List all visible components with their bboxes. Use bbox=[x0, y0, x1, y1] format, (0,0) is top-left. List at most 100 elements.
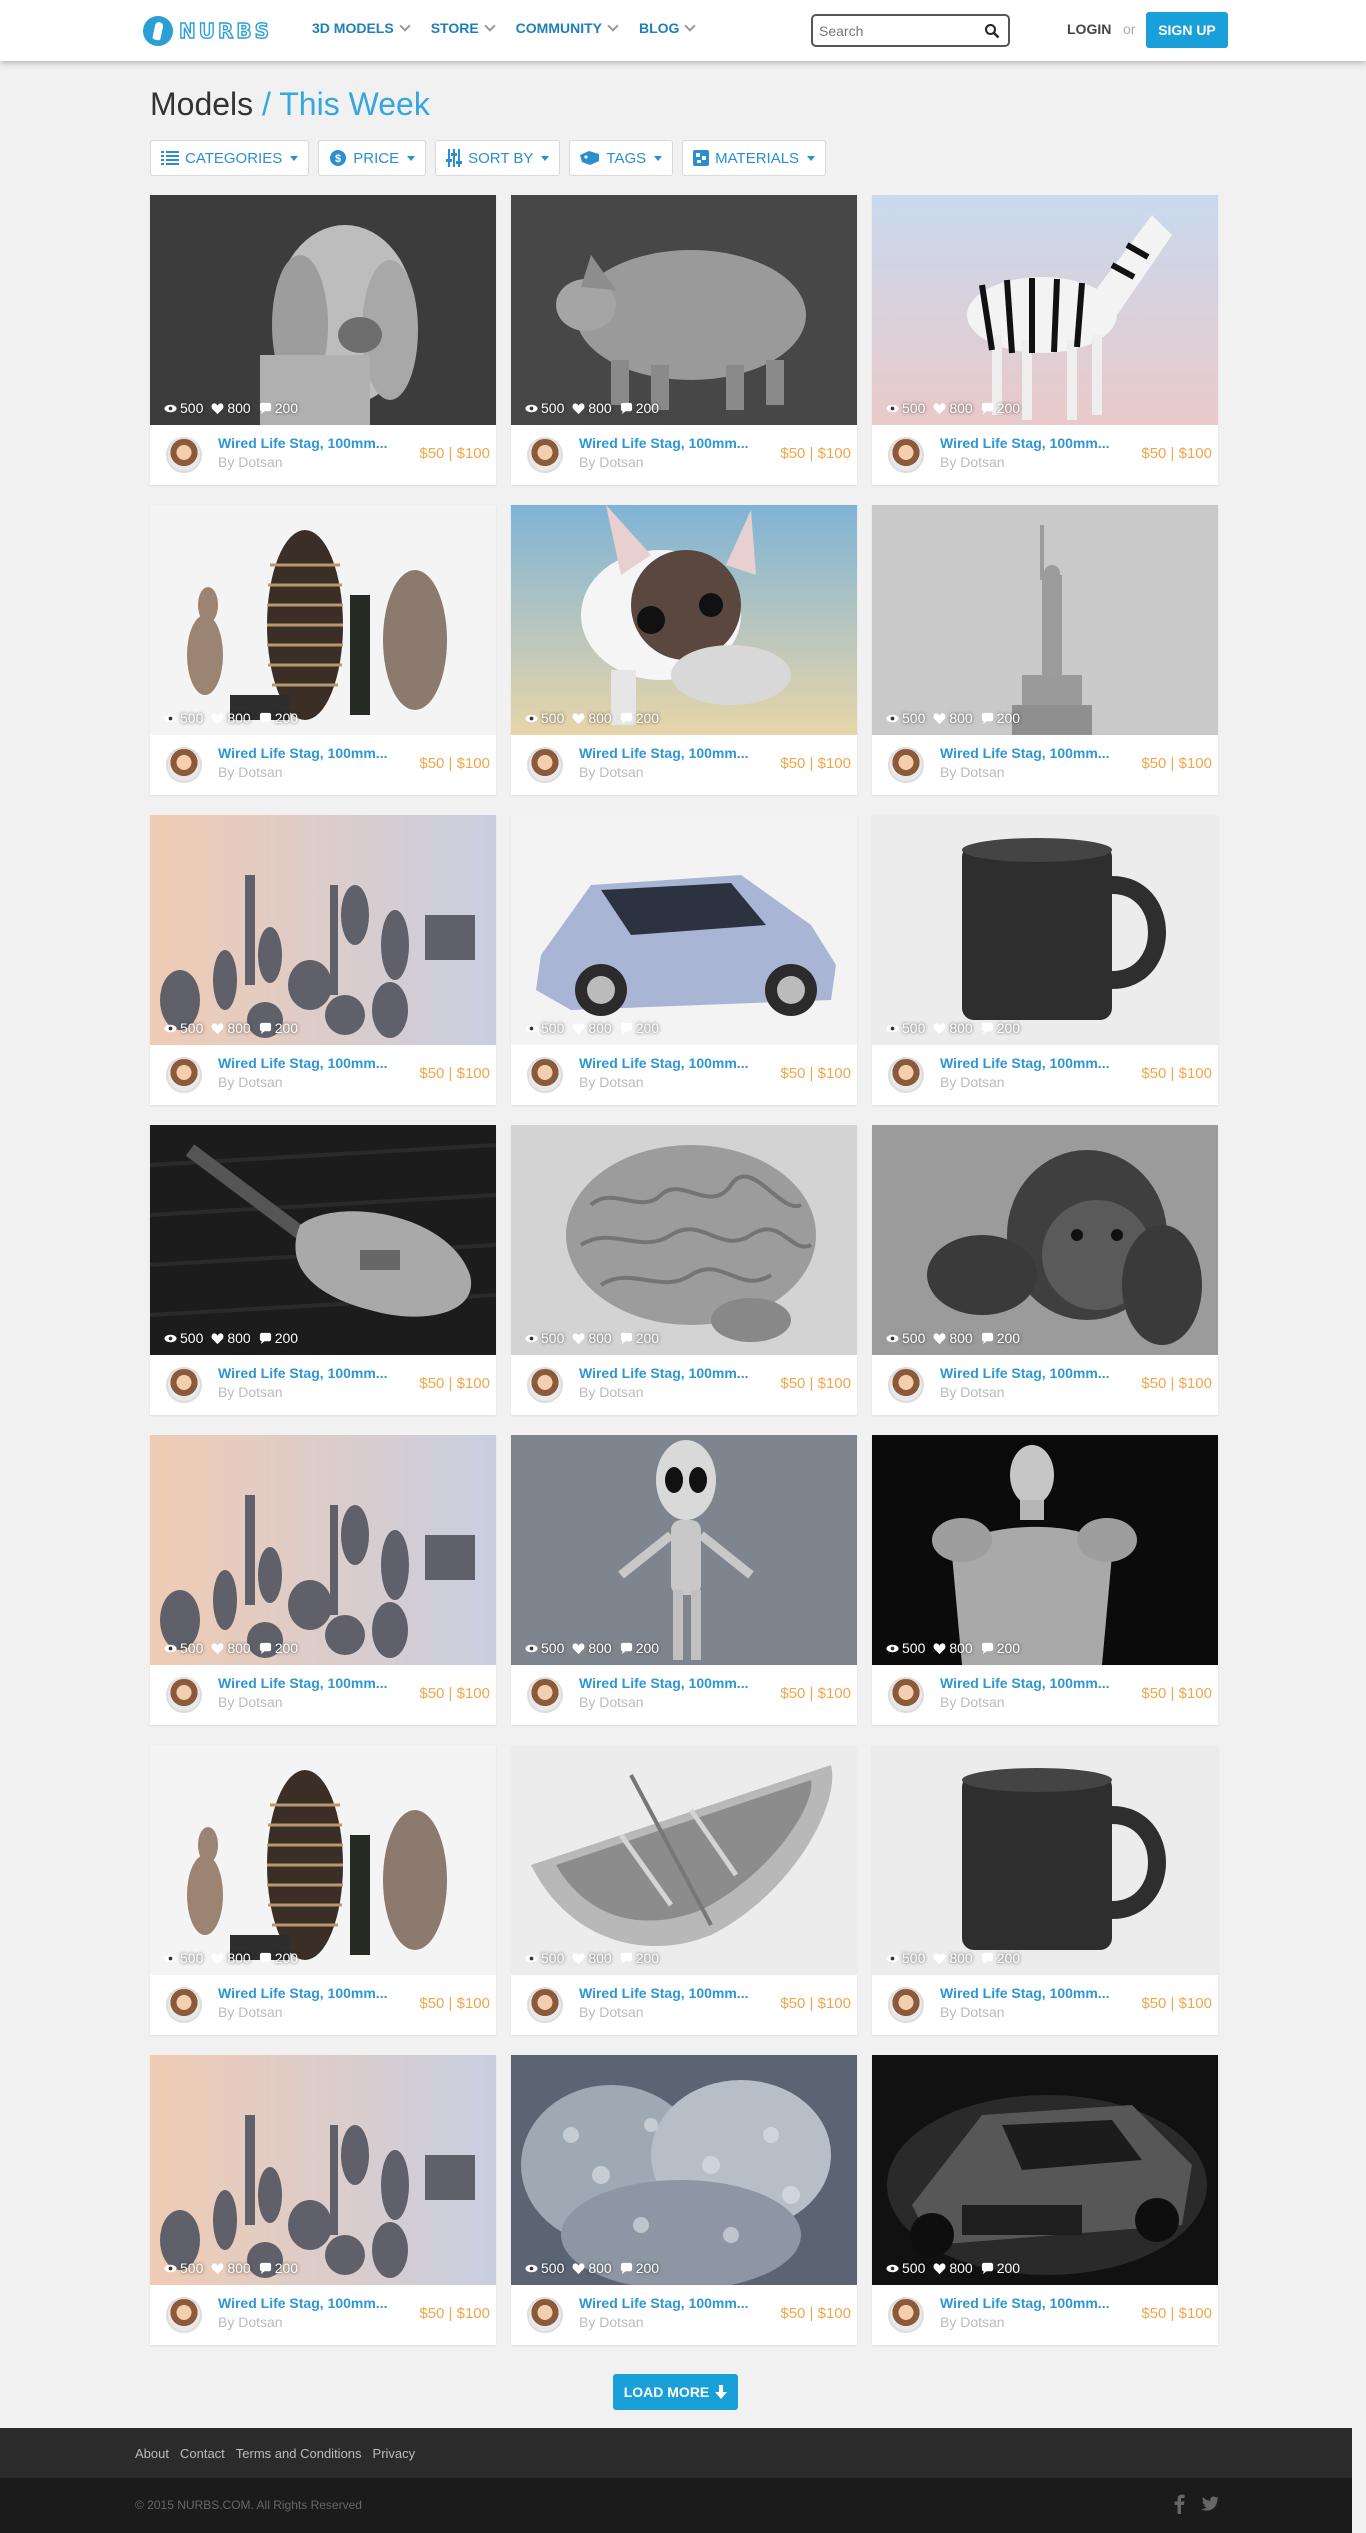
avatar[interactable] bbox=[527, 1057, 563, 1093]
star-icon[interactable] bbox=[835, 201, 851, 217]
star-icon[interactable] bbox=[1196, 2061, 1212, 2077]
model-card[interactable]: 500 800 200 Wired Life Stag, 100mm... By Dot… bbox=[150, 195, 496, 485]
star-icon[interactable] bbox=[1196, 511, 1212, 527]
star-icon[interactable] bbox=[835, 821, 851, 837]
avatar[interactable] bbox=[166, 1987, 202, 2023]
star-icon[interactable] bbox=[1196, 201, 1212, 217]
model-card[interactable]: 500 800 200 Wired Life Stag, 100mm... By Dot… bbox=[150, 1745, 496, 2035]
model-author[interactable]: By Dotsan bbox=[579, 1074, 644, 1090]
signup-button[interactable]: SIGN UP bbox=[1146, 12, 1228, 48]
avatar[interactable] bbox=[527, 1987, 563, 2023]
model-thumbnail[interactable]: 500 800 200 bbox=[511, 1125, 857, 1355]
model-card[interactable]: 500 800 200 Wired Life Stag, 100mm... By Dot… bbox=[511, 2055, 857, 2345]
model-card[interactable]: 500 800 200 Wired Life Stag, 100mm... By Dot… bbox=[511, 505, 857, 795]
star-icon[interactable] bbox=[835, 1751, 851, 1767]
model-thumbnail[interactable]: 500 800 200 bbox=[511, 195, 857, 425]
model-title[interactable]: Wired Life Stag, 100mm... bbox=[218, 1985, 398, 2001]
filter-categories[interactable]: CATEGORIES bbox=[150, 140, 310, 176]
model-title[interactable]: Wired Life Stag, 100mm... bbox=[218, 1055, 398, 1071]
avatar[interactable] bbox=[888, 1367, 924, 1403]
model-card[interactable]: 500 800 200 Wired Life Stag, 100mm... By Dot… bbox=[150, 505, 496, 795]
scrollbar[interactable] bbox=[1352, 0, 1366, 2533]
footer-link-privacy[interactable]: Privacy bbox=[373, 2446, 416, 2461]
nav-blog[interactable]: BLOG bbox=[639, 19, 697, 36]
avatar[interactable] bbox=[888, 1987, 924, 2023]
model-card[interactable]: 500 800 200 Wired Life Stag, 100mm... By Dot… bbox=[511, 815, 857, 1105]
avatar[interactable] bbox=[888, 1057, 924, 1093]
star-icon[interactable] bbox=[835, 1441, 851, 1457]
star-icon[interactable] bbox=[835, 511, 851, 527]
avatar[interactable] bbox=[888, 437, 924, 473]
model-title[interactable]: Wired Life Stag, 100mm... bbox=[940, 745, 1120, 761]
model-card[interactable]: 500 800 200 Wired Life Stag, 100mm... By Dot… bbox=[150, 1435, 496, 1725]
model-thumbnail[interactable]: 500 800 200 bbox=[872, 1435, 1218, 1665]
avatar[interactable] bbox=[166, 1367, 202, 1403]
nav-store[interactable]: STORE bbox=[431, 19, 496, 36]
filter-price[interactable]: $ PRICE bbox=[318, 140, 427, 176]
search-icon[interactable] bbox=[984, 23, 1000, 39]
model-author[interactable]: By Dotsan bbox=[218, 1694, 283, 1710]
model-thumbnail[interactable]: 500 800 200 bbox=[511, 1435, 857, 1665]
model-author[interactable]: By Dotsan bbox=[218, 764, 283, 780]
avatar[interactable] bbox=[527, 1677, 563, 1713]
model-author[interactable]: By Dotsan bbox=[218, 2314, 283, 2330]
model-author[interactable]: By Dotsan bbox=[579, 1384, 644, 1400]
model-author[interactable]: By Dotsan bbox=[940, 2004, 1005, 2020]
model-card[interactable]: 500 800 200 Wired Life Stag, 100mm... By Dot… bbox=[872, 1435, 1218, 1725]
model-title[interactable]: Wired Life Stag, 100mm... bbox=[218, 2295, 398, 2311]
model-thumbnail[interactable]: 500 800 200 bbox=[150, 505, 496, 735]
model-card[interactable]: 500 800 200 Wired Life Stag, 100mm... By Dot… bbox=[872, 815, 1218, 1105]
footer-link-terms[interactable]: Terms and Conditions bbox=[236, 2446, 362, 2461]
avatar[interactable] bbox=[166, 2297, 202, 2333]
star-icon[interactable] bbox=[1196, 821, 1212, 837]
star-icon[interactable] bbox=[835, 2061, 851, 2077]
load-more-button[interactable]: LOAD MORE bbox=[613, 2374, 738, 2410]
model-author[interactable]: By Dotsan bbox=[940, 1384, 1005, 1400]
model-card[interactable]: 500 800 200 Wired Life Stag, 100mm... By Dot… bbox=[511, 1125, 857, 1415]
model-author[interactable]: By Dotsan bbox=[940, 2314, 1005, 2330]
model-author[interactable]: By Dotsan bbox=[940, 454, 1005, 470]
model-thumbnail[interactable]: 500 800 200 bbox=[150, 1745, 496, 1975]
model-thumbnail[interactable]: 500 800 200 bbox=[511, 2055, 857, 2285]
site-logo[interactable]: NURBS bbox=[143, 15, 272, 47]
model-card[interactable]: 500 800 200 Wired Life Stag, 100mm... By Dot… bbox=[150, 1125, 496, 1415]
filter-materials[interactable]: MATERIALS bbox=[682, 140, 827, 176]
star-icon[interactable] bbox=[474, 1441, 490, 1457]
model-title[interactable]: Wired Life Stag, 100mm... bbox=[579, 1675, 759, 1691]
filter-sort-by[interactable]: SORT BY bbox=[435, 140, 561, 176]
model-thumbnail[interactable]: 500 800 200 bbox=[872, 195, 1218, 425]
model-title[interactable]: Wired Life Stag, 100mm... bbox=[940, 2295, 1120, 2311]
search-input[interactable] bbox=[819, 22, 979, 40]
model-title[interactable]: Wired Life Stag, 100mm... bbox=[579, 745, 759, 761]
model-title[interactable]: Wired Life Stag, 100mm... bbox=[579, 2295, 759, 2311]
facebook-icon[interactable] bbox=[1171, 2494, 1189, 2514]
model-title[interactable]: Wired Life Stag, 100mm... bbox=[940, 1985, 1120, 2001]
star-icon[interactable] bbox=[1196, 1441, 1212, 1457]
model-title[interactable]: Wired Life Stag, 100mm... bbox=[579, 435, 759, 451]
model-author[interactable]: By Dotsan bbox=[579, 2314, 644, 2330]
model-thumbnail[interactable]: 500 800 200 bbox=[511, 1745, 857, 1975]
model-title[interactable]: Wired Life Stag, 100mm... bbox=[218, 435, 398, 451]
avatar[interactable] bbox=[888, 1677, 924, 1713]
model-card[interactable]: 500 800 200 Wired Life Stag, 100mm... By Dot… bbox=[872, 195, 1218, 485]
page-title-sub[interactable]: / This Week bbox=[262, 86, 430, 122]
star-icon[interactable] bbox=[474, 1131, 490, 1147]
login-link[interactable]: LOGIN bbox=[1067, 21, 1111, 37]
model-thumbnail[interactable]: 500 800 200 bbox=[872, 505, 1218, 735]
model-title[interactable]: Wired Life Stag, 100mm... bbox=[940, 1675, 1120, 1691]
star-icon[interactable] bbox=[474, 2061, 490, 2077]
footer-link-contact[interactable]: Contact bbox=[180, 2446, 225, 2461]
filter-tags[interactable]: TAGS bbox=[569, 140, 674, 176]
model-card[interactable]: 500 800 200 Wired Life Stag, 100mm... By Dot… bbox=[511, 1745, 857, 2035]
model-author[interactable]: By Dotsan bbox=[218, 2004, 283, 2020]
model-thumbnail[interactable]: 500 800 200 bbox=[150, 2055, 496, 2285]
model-author[interactable]: By Dotsan bbox=[940, 1074, 1005, 1090]
model-author[interactable]: By Dotsan bbox=[940, 1694, 1005, 1710]
star-icon[interactable] bbox=[1196, 1751, 1212, 1767]
avatar[interactable] bbox=[166, 1677, 202, 1713]
avatar[interactable] bbox=[527, 437, 563, 473]
model-author[interactable]: By Dotsan bbox=[218, 1074, 283, 1090]
model-title[interactable]: Wired Life Stag, 100mm... bbox=[579, 1055, 759, 1071]
model-thumbnail[interactable]: 500 800 200 bbox=[150, 815, 496, 1045]
avatar[interactable] bbox=[888, 747, 924, 783]
